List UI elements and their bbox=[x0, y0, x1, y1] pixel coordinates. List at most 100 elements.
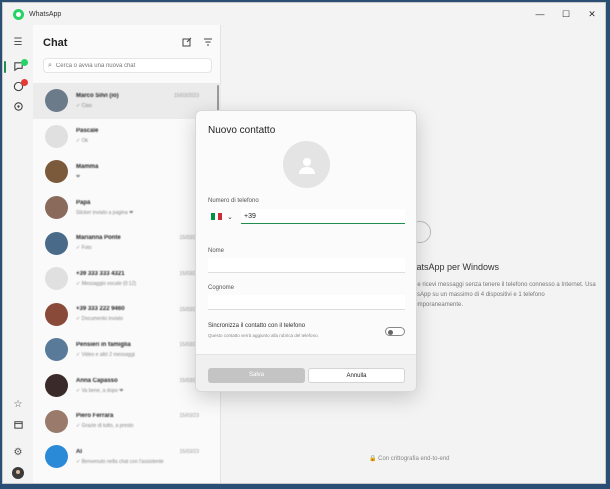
last-name-input[interactable] bbox=[208, 295, 405, 310]
chat-text: AI ✓ Benvenuto nella chat con l'assistent… bbox=[76, 449, 196, 465]
welcome-description: Invia e ricevi messaggi senza tenere il … bbox=[403, 282, 596, 308]
chat-time: 15/03/23 bbox=[179, 448, 199, 455]
starred-icon[interactable]: ☆ bbox=[12, 399, 24, 411]
save-button[interactable]: Salva bbox=[208, 368, 305, 383]
welcome-title: WhatsApp per Windows bbox=[403, 262, 500, 272]
search-input[interactable] bbox=[55, 62, 206, 69]
contact-avatar bbox=[45, 409, 68, 433]
chat-preview: ✓ Benvenuto nella chat con l'assistente bbox=[76, 458, 164, 465]
settings-icon[interactable]: ⚙ bbox=[12, 447, 24, 459]
archive-icon[interactable] bbox=[12, 419, 24, 431]
chat-text: Pascale ✓ Ok bbox=[76, 128, 196, 144]
chat-preview: Sticker inviato a pagina ❤ bbox=[76, 209, 134, 216]
chat-list-item[interactable]: +39 333 222 9460 ✓ Documento inviato 15/03… bbox=[33, 297, 221, 333]
person-icon bbox=[298, 157, 315, 174]
chat-text: Anna Capasso ✓ Va bene, a dopo ❤ bbox=[76, 378, 196, 394]
contact-avatar bbox=[45, 445, 68, 469]
contact-avatar-placeholder[interactable] bbox=[283, 141, 330, 188]
profile-avatar[interactable] bbox=[12, 467, 24, 479]
contact-avatar bbox=[45, 374, 68, 398]
title-bar: WhatsApp — ☐ ✕ bbox=[3, 3, 605, 25]
contact-avatar bbox=[45, 267, 68, 291]
chat-text: Pensieri in famiglia ✓ Video e altri 2 me… bbox=[76, 342, 196, 358]
chat-list-item[interactable]: Marianna Ponte ✓ Foto 15/03/23 bbox=[33, 225, 221, 261]
notification-badge bbox=[21, 79, 28, 86]
contact-avatar bbox=[45, 338, 68, 362]
chat-preview: ✓ Documento inviato bbox=[76, 316, 123, 323]
chat-preview: ✓ Ok bbox=[76, 138, 88, 145]
chevron-down-icon: ⌄ bbox=[227, 213, 233, 221]
contact-avatar bbox=[45, 196, 68, 220]
chat-panel-title: Chat bbox=[43, 37, 68, 49]
chat-list-item[interactable]: Mamma ❤ bbox=[33, 154, 221, 190]
chat-text: Marianna Ponte ✓ Foto bbox=[76, 235, 196, 251]
chat-preview: ✓ Va bene, a dopo ❤ bbox=[76, 387, 124, 394]
chat-text: +39 333 333 4321 ✓ Messaggio vocale (0:12… bbox=[76, 271, 196, 287]
chat-list-item[interactable]: Pascale ✓ Ok bbox=[33, 119, 221, 155]
chat-preview: ✓ Messaggio vocale (0:12) bbox=[76, 280, 137, 287]
dialog-title: Nuovo contatto bbox=[208, 125, 276, 136]
app-title: WhatsApp bbox=[29, 10, 62, 18]
chat-preview: ✓ Grazie di tutto, a presto bbox=[76, 423, 134, 430]
chat-text: +39 333 222 9460 ✓ Documento inviato bbox=[76, 306, 196, 322]
chat-name: Pensieri in famiglia bbox=[76, 341, 131, 348]
whatsapp-logo-icon bbox=[13, 8, 24, 20]
chat-name: Marianna Ponte bbox=[76, 235, 121, 242]
chat-time: 15/03/23 bbox=[179, 413, 199, 420]
chat-name: +39 333 333 4321 bbox=[76, 270, 125, 277]
italy-flag-icon bbox=[211, 213, 223, 220]
chat-list-item[interactable]: Anna Capasso ✓ Va bene, a dopo ❤ 15/03/23 bbox=[33, 368, 221, 404]
chat-list-item[interactable]: +39 333 333 4321 ✓ Messaggio vocale (0:12… bbox=[33, 261, 221, 297]
contact-avatar bbox=[45, 160, 68, 184]
chat-name: Anna Capasso bbox=[76, 377, 118, 384]
first-name-label: Nome bbox=[208, 248, 225, 254]
chat-name: AI bbox=[76, 448, 82, 455]
cancel-button[interactable]: Annulla bbox=[308, 368, 405, 383]
chat-preview: ✓ Ciao bbox=[76, 102, 92, 109]
chat-list-item[interactable]: Pensieri in famiglia ✓ Video e altri 2 me… bbox=[33, 332, 221, 368]
phone-number-input[interactable] bbox=[241, 209, 405, 224]
window-controls: — ☐ ✕ bbox=[527, 9, 605, 20]
chat-name: +39 333 222 9460 bbox=[76, 306, 125, 313]
chat-name: Mamma bbox=[76, 163, 99, 170]
chat-list-item[interactable]: Marco Silvi (io) ✓ Ciao 15/03/2023 bbox=[33, 83, 221, 119]
unread-badge bbox=[21, 59, 28, 66]
chat-list-panel: Chat ⌕ Marco Silvi (io)✓ Ciao15/03/2023 P… bbox=[33, 25, 221, 483]
contact-avatar bbox=[45, 124, 68, 148]
maximize-button[interactable]: ☐ bbox=[553, 9, 579, 20]
chat-name: Piero Ferrara bbox=[76, 413, 114, 420]
dialog-footer: Salva Annulla bbox=[196, 354, 416, 391]
contact-avatar bbox=[45, 231, 68, 255]
chat-text: Piero Ferrara ✓ Grazie di tutto, a presto bbox=[76, 413, 196, 429]
sync-title: Sincronizza il contatto con il telefono bbox=[208, 323, 306, 329]
chat-preview: ✓ Foto bbox=[76, 245, 92, 252]
close-button[interactable]: ✕ bbox=[579, 9, 605, 20]
chat-text: Papà Sticker inviato a pagina ❤ bbox=[76, 200, 196, 216]
country-selector[interactable]: ⌄ bbox=[208, 209, 241, 224]
phone-row: ⌄ bbox=[208, 209, 405, 224]
chat-name: Pascale bbox=[76, 128, 99, 135]
chat-list-item[interactable]: Papà Sticker inviato a pagina ❤ bbox=[33, 190, 221, 226]
contact-avatar bbox=[45, 89, 68, 113]
new-contact-dialog: Nuovo contatto Numero di telefono ⌄ Nome… bbox=[195, 110, 417, 392]
new-chat-icon[interactable] bbox=[182, 37, 192, 50]
nav-rail: ☰ ☆ ⚙ bbox=[3, 25, 33, 483]
filter-icon[interactable] bbox=[203, 37, 213, 50]
sync-description: Questo contatto verrà aggiunto alla rubr… bbox=[208, 333, 319, 338]
chat-list-item[interactable]: Piero Ferrara ✓ Grazie di tutto, a presto… bbox=[33, 403, 221, 439]
sync-toggle[interactable] bbox=[385, 327, 405, 336]
last-name-label: Cognome bbox=[208, 285, 235, 291]
menu-icon[interactable]: ☰ bbox=[12, 37, 24, 49]
search-box[interactable]: ⌕ bbox=[43, 58, 212, 73]
communities-icon[interactable] bbox=[12, 101, 24, 113]
search-icon: ⌕ bbox=[48, 61, 52, 69]
chat-list-item[interactable]: AI ✓ Benvenuto nella chat con l'assistent… bbox=[33, 439, 221, 475]
chat-list: Marco Silvi (io) ✓ Ciao 15/03/2023 Pascale ✓… bbox=[33, 83, 221, 475]
first-name-input[interactable] bbox=[208, 258, 405, 273]
chat-preview: ✓ Video e altri 2 messaggi bbox=[76, 351, 135, 358]
chat-name: Papà bbox=[76, 199, 91, 206]
chat-text: Mamma ❤ bbox=[76, 164, 196, 180]
minimize-button[interactable]: — bbox=[527, 9, 553, 20]
encryption-note: 🔒 Con crittografia end-to-end bbox=[369, 456, 450, 462]
chat-preview: ❤ bbox=[76, 173, 81, 180]
